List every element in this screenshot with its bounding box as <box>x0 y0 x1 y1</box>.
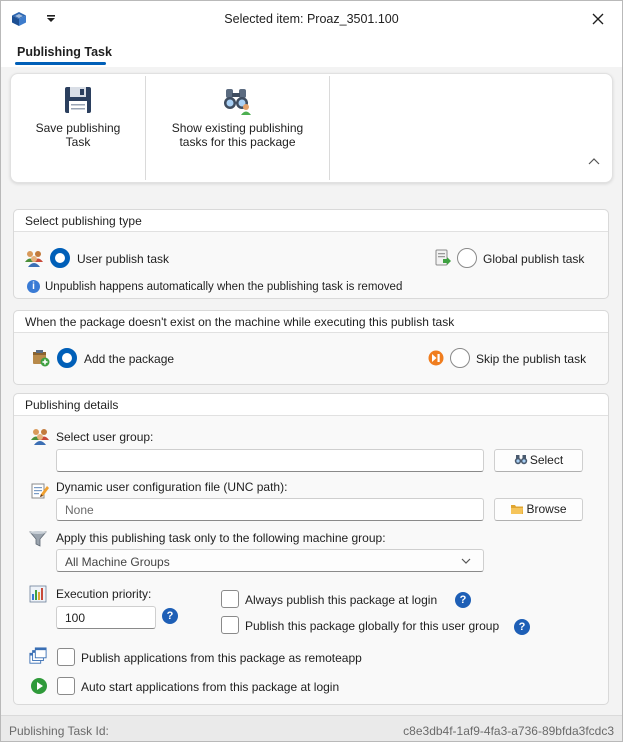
publishing-task-id-value: c8e3db4f-1af9-4fa3-a736-89bfda3fcdc3 <box>403 724 614 738</box>
unpublish-info-text: Unpublish happens automatically when the… <box>45 281 403 293</box>
publishing-type-header: Select publishing type <box>14 210 608 232</box>
skip-publish-task-label: Skip the publish task <box>476 352 587 366</box>
user-publish-task-radio[interactable] <box>50 248 70 268</box>
global-publish-task-label: Global publish task <box>483 252 585 266</box>
publishing-details-header: Publishing details <box>14 394 608 416</box>
add-package-radio[interactable] <box>57 348 77 368</box>
global-publish-icon <box>435 249 451 266</box>
binoculars-icon <box>514 455 528 465</box>
floppy-disk-icon <box>65 87 91 113</box>
remoteapp-checkbox[interactable] <box>57 648 75 666</box>
ribbon-separator <box>329 76 330 180</box>
show-existing-tasks-label: Show existing publishing tasks for this … <box>171 121 304 149</box>
edit-document-icon <box>31 483 49 499</box>
binoculars-icon <box>224 89 251 115</box>
title-bar: Selected item: Proaz_3501.100 <box>1 1 622 37</box>
publish-globally-label: Publish this package globally for this u… <box>245 619 500 633</box>
filter-funnel-icon <box>29 531 47 547</box>
always-publish-label: Always publish this package at login <box>245 593 438 607</box>
skip-orange-icon <box>428 350 444 366</box>
global-publish-task-radio[interactable] <box>457 248 477 268</box>
remoteapp-label: Publish applications from this package a… <box>81 651 362 665</box>
add-package-icon <box>33 350 50 367</box>
publishing-task-window: Selected item: Proaz_3501.100 Publishing… <box>0 0 623 742</box>
status-bar: Publishing Task Id: c8e3db4f-1af9-4fa3-a… <box>1 715 622 741</box>
window-title: Selected item: Proaz_3501.100 <box>224 12 399 26</box>
autostart-label: Auto start applications from this packag… <box>81 680 340 694</box>
missing-package-title: When the package doesn't exist on the ma… <box>25 315 455 329</box>
machine-group-selected-value: All Machine Groups <box>65 555 170 569</box>
priority-help-icon[interactable]: ? <box>162 608 178 624</box>
user-group-input[interactable] <box>56 449 484 472</box>
select-button-label: Select <box>529 453 564 467</box>
dynamic-config-input[interactable] <box>56 498 484 521</box>
save-publishing-task-label: Save publishing Task <box>35 121 121 149</box>
missing-package-group: When the package doesn't exist on the ma… <box>13 310 609 385</box>
user-group-icon <box>31 429 49 445</box>
machine-group-label: Apply this publishing task only to the f… <box>56 531 386 545</box>
autostart-checkbox[interactable] <box>57 677 75 695</box>
priority-chart-icon <box>29 585 47 603</box>
user-publish-task-label: User publish task <box>77 252 170 266</box>
save-publishing-task-button[interactable]: Save publishing Task <box>11 74 145 182</box>
play-green-icon <box>31 678 47 694</box>
info-icon: i <box>27 280 40 293</box>
tab-publishing-task[interactable]: Publishing Task <box>17 45 112 59</box>
tab-active-indicator <box>15 62 106 65</box>
collapse-ribbon-chevron-up-icon[interactable] <box>588 156 600 166</box>
machine-group-select[interactable]: All Machine Groups <box>56 549 484 572</box>
always-publish-checkbox[interactable] <box>221 590 239 608</box>
remoteapp-windows-icon <box>29 647 47 664</box>
close-icon[interactable] <box>590 11 606 27</box>
folder-icon <box>511 505 524 514</box>
user-group-icon <box>25 251 43 267</box>
skip-publish-task-radio[interactable] <box>450 348 470 368</box>
publishing-type-group: Select publishing type User publish task… <box>13 209 609 299</box>
chevron-down-icon <box>461 558 471 564</box>
publish-globally-help-icon[interactable]: ? <box>514 619 530 635</box>
dynamic-config-label: Dynamic user configuration file (UNC pat… <box>56 480 288 494</box>
browse-button-label: Browse <box>526 502 567 516</box>
select-user-group-label: Select user group: <box>56 430 154 444</box>
publishing-task-id-label: Publishing Task Id: <box>9 724 109 738</box>
ribbon-panel: Save publishing Task Show existing publi… <box>10 73 613 183</box>
execution-priority-input[interactable] <box>56 606 156 629</box>
execution-priority-label: Execution priority: <box>56 587 152 601</box>
tab-strip: Publishing Task <box>1 37 622 67</box>
publishing-details-title: Publishing details <box>25 398 119 412</box>
publishing-type-title: Select publishing type <box>25 214 142 228</box>
publishing-details-group: Publishing details Select user group: Se… <box>13 393 609 705</box>
publish-globally-checkbox[interactable] <box>221 616 239 634</box>
select-user-group-button[interactable]: Select <box>494 449 583 472</box>
add-package-label: Add the package <box>84 352 175 366</box>
always-publish-help-icon[interactable]: ? <box>455 592 471 608</box>
missing-package-header: When the package doesn't exist on the ma… <box>14 311 608 333</box>
browse-button[interactable]: Browse <box>494 498 583 521</box>
show-existing-tasks-button[interactable]: Show existing publishing tasks for this … <box>146 74 329 182</box>
